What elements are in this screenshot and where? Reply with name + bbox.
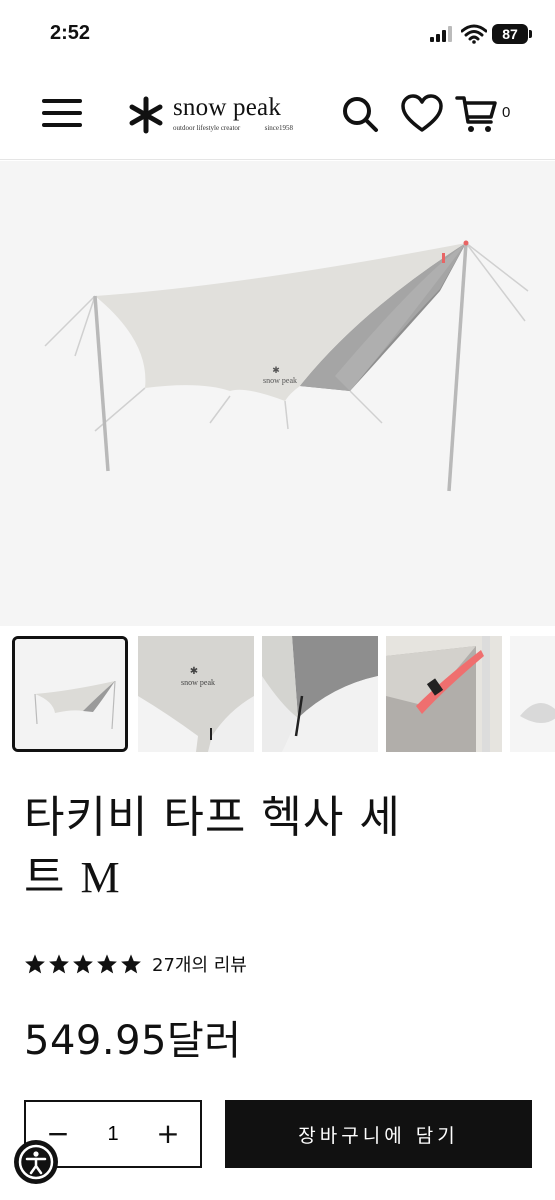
thumbnail-4[interactable] bbox=[386, 636, 502, 752]
battery-icon: 87 bbox=[492, 24, 532, 44]
thumbnail-strip: ✱ snow peak bbox=[12, 636, 555, 754]
tarp-illustration: ✱ snow peak bbox=[44, 240, 529, 492]
brand-name: snow peak bbox=[173, 94, 282, 121]
brand-since: since1958 bbox=[264, 124, 293, 132]
star-icon bbox=[97, 954, 117, 974]
thumbnail-5-image bbox=[510, 636, 555, 752]
heart-icon[interactable] bbox=[400, 92, 444, 136]
accessibility-button[interactable] bbox=[14, 1140, 58, 1184]
search-icon[interactable] bbox=[340, 92, 380, 136]
cart-count: 0 bbox=[502, 104, 511, 121]
thumbnail-2[interactable]: ✱ snow peak bbox=[138, 636, 254, 752]
status-bar: 2:52 87 bbox=[0, 0, 555, 70]
thumbnail-3[interactable] bbox=[262, 636, 378, 752]
thumbnail-2-logo-text: snow peak bbox=[181, 678, 215, 687]
product-title: 타키비 타프 헥사 세 트 M bbox=[24, 788, 534, 908]
quantity-increase-button[interactable]: + bbox=[138, 1102, 198, 1166]
brand-logo[interactable]: snow peak outdoor lifestyle creator sinc… bbox=[127, 94, 297, 136]
product-title-line2-prefix: 트 bbox=[24, 852, 81, 903]
product-hero-image[interactable]: ✱ snow peak bbox=[0, 161, 555, 626]
star-icon bbox=[121, 954, 141, 974]
site-header: snow peak outdoor lifestyle creator sinc… bbox=[0, 70, 555, 160]
wifi-icon bbox=[461, 24, 487, 44]
menu-icon[interactable] bbox=[42, 98, 82, 128]
thumbnail-1[interactable] bbox=[12, 636, 128, 752]
brand-tagline: outdoor lifestyle creator bbox=[173, 124, 241, 132]
thumbnail-4-image bbox=[386, 636, 502, 752]
thumbnail-5[interactable] bbox=[510, 636, 555, 752]
tarp-logo-text: snow peak bbox=[263, 376, 297, 385]
star-icon bbox=[73, 954, 93, 974]
quantity-input[interactable] bbox=[86, 1102, 140, 1166]
thumbnail-3-image bbox=[262, 636, 378, 752]
svg-text:✱: ✱ bbox=[272, 365, 280, 375]
rating-stars bbox=[24, 953, 142, 975]
snowflake-logo-icon bbox=[129, 96, 163, 134]
brand-tagline-row: outdoor lifestyle creator since1958 bbox=[173, 124, 293, 132]
cart-icon[interactable] bbox=[455, 92, 499, 136]
thumbnail-1-image bbox=[15, 639, 125, 749]
product-title-size: M bbox=[80, 853, 121, 902]
star-icon bbox=[49, 954, 69, 974]
review-count-link[interactable]: 27개의 리뷰 bbox=[152, 951, 247, 977]
status-time: 2:52 bbox=[50, 22, 91, 44]
thumbnail-2-image: ✱ snow peak bbox=[138, 636, 254, 752]
product-price: 549.95달러 bbox=[24, 1018, 242, 1064]
add-to-cart-button[interactable]: 장바구니에 담기 bbox=[225, 1100, 532, 1168]
signal-icon bbox=[430, 26, 454, 42]
accessibility-icon bbox=[18, 1144, 54, 1180]
svg-text:✱: ✱ bbox=[190, 666, 198, 677]
star-icon bbox=[25, 954, 45, 974]
product-title-line1: 타키비 타프 헥사 세 bbox=[24, 792, 401, 843]
product-rating[interactable]: 27개의 리뷰 bbox=[24, 951, 247, 977]
